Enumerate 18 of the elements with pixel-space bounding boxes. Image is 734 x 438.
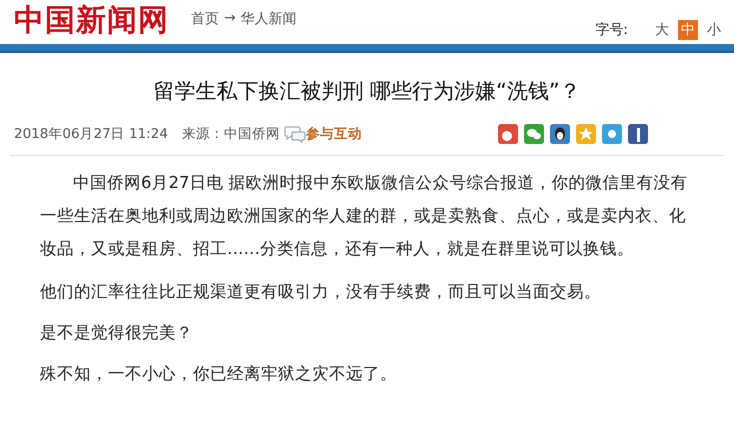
font-size-option[interactable]: 小 (704, 20, 724, 40)
share-icon[interactable] (628, 124, 648, 144)
font-size-option[interactable]: 大 (652, 20, 672, 40)
article-source: 来源：中国侨网 (182, 125, 280, 143)
share-icon[interactable] (550, 124, 570, 144)
speech-bubbles-icon (284, 125, 306, 143)
breadcrumb-link[interactable]: 华人新闻 (240, 10, 297, 28)
font-size-label: 字号: (595, 21, 628, 39)
breadcrumb-separator: → (224, 10, 236, 28)
comment-link[interactable]: 参与互动 (306, 125, 362, 143)
site-logo[interactable]: 中国新闻网 (14, 2, 169, 40)
article-paragraph: 殊不知，一不小心，你已经离牢狱之灾不远了。 (40, 363, 398, 385)
article-title: 留学生私下换汇被判刑 哪些行为涉嫌“洗钱”？ (152, 78, 582, 105)
breadcrumb-link[interactable]: 首页 (191, 10, 219, 28)
publish-date: 2018年06月27日 11:24 (14, 125, 168, 143)
article-paragraph: 他们的汇率往往比正规渠道更有吸引力，没有手续费，而且可以当面交易。 (40, 281, 602, 303)
article-paragraph: 中国侨网6月27日电 据欧洲时报中东欧版微信公众号综合报道，你的微信里有没有一些生活在奥地利或周边欧洲国家的华人建的群，或是卖熟食、点心，或是卖内衣、化妆品，又或是租房、招工……分类信息，还有一种人，就是在群里说可以换钱。 (40, 172, 689, 260)
article-paragraph: 是不是觉得很完美？ (40, 322, 194, 344)
